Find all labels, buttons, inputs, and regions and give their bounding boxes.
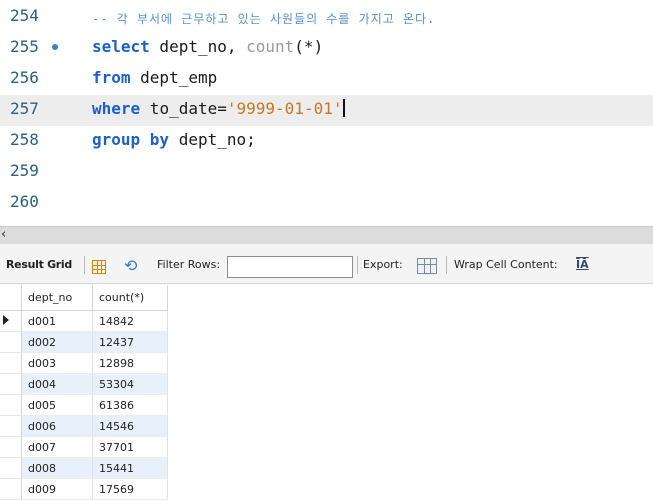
row-header[interactable] — [0, 416, 22, 437]
line-number: 257 — [10, 99, 39, 118]
refresh-icon[interactable]: ⟲ — [124, 256, 137, 275]
sql-keyword: select — [92, 37, 150, 56]
row-header[interactable] — [0, 332, 22, 353]
table-row[interactable]: d006 14546 — [0, 416, 168, 437]
cell-dept-no[interactable]: d009 — [22, 479, 93, 500]
table-row[interactable]: d001 14842 — [0, 311, 168, 332]
code-line-257[interactable]: 257 where to_date='9999-01-01' — [0, 95, 653, 126]
toolbar-divider — [357, 256, 358, 274]
line-number: 259 — [10, 161, 39, 180]
cell-count[interactable]: 17569 — [93, 479, 168, 500]
toolbar-divider — [84, 256, 85, 274]
row-header[interactable] — [0, 353, 22, 374]
horizontal-scrollbar[interactable]: ‹ — [0, 226, 653, 244]
text-caret — [343, 99, 346, 117]
sql-function: count — [246, 37, 295, 56]
sql-code: select dept_no, count(*) — [92, 37, 323, 56]
cell-count[interactable]: 14842 — [93, 311, 168, 332]
statement-marker-icon — [52, 44, 58, 50]
row-header[interactable] — [0, 395, 22, 416]
current-row-pointer-icon — [3, 315, 9, 325]
line-number: 254 — [10, 6, 39, 25]
row-header[interactable] — [0, 479, 22, 500]
table-row[interactable]: d005 61386 — [0, 395, 168, 416]
row-header[interactable] — [0, 458, 22, 479]
table-row[interactable]: d009 17569 — [0, 479, 168, 500]
line-number: 255 — [10, 37, 39, 56]
toolbar-divider — [446, 256, 447, 274]
cell-count[interactable]: 37701 — [93, 437, 168, 458]
cell-dept-no[interactable]: d007 — [22, 437, 93, 458]
table-row[interactable]: d004 53304 — [0, 374, 168, 395]
code-line-255[interactable]: 255 select dept_no, count(*) — [0, 33, 653, 64]
row-header[interactable] — [0, 311, 22, 332]
cell-count[interactable]: 15441 — [93, 458, 168, 479]
column-header-count[interactable]: count(*) — [93, 285, 168, 311]
sql-comment: -- 각 부서에 근무하고 있는 사원들의 수를 가지고 온다. — [92, 12, 436, 26]
result-grid: dept_no count(*) d001 14842 d002 12437 d003 1… — [0, 285, 653, 501]
filter-rows-input[interactable] — [227, 256, 353, 278]
sql-string: '9999-01-01' — [226, 99, 343, 118]
filter-rows-label: Filter Rows: — [157, 258, 221, 271]
row-header-corner — [0, 285, 22, 311]
sql-code: group by dept_no; — [92, 130, 256, 149]
sql-text: dept_no, — [149, 37, 247, 56]
sql-keyword: from — [92, 68, 131, 87]
cell-count[interactable]: 12437 — [93, 332, 168, 353]
wrap-cell-content-label: Wrap Cell Content: — [454, 258, 558, 271]
sql-code: from dept_emp — [92, 68, 217, 87]
sql-keyword: group by — [92, 130, 170, 149]
cell-count[interactable]: 61386 — [93, 395, 168, 416]
table-row[interactable]: d007 37701 — [0, 437, 168, 458]
sql-text: dept_emp — [130, 68, 218, 87]
row-header[interactable] — [0, 374, 22, 395]
cell-dept-no[interactable]: d008 — [22, 458, 93, 479]
sql-text: to_date= — [140, 99, 227, 118]
code-line-254[interactable]: 254 -- 각 부서에 근무하고 있는 사원들의 수를 가지고 온다. — [0, 2, 653, 33]
cell-dept-no[interactable]: d006 — [22, 416, 93, 437]
column-header-dept-no[interactable]: dept_no — [22, 285, 93, 311]
grid-view-icon[interactable] — [92, 260, 106, 274]
sql-keyword: where — [92, 99, 141, 118]
table-row[interactable]: d002 12437 — [0, 332, 168, 353]
sql-code: where to_date='9999-01-01' — [92, 99, 346, 118]
table-row[interactable]: d008 15441 — [0, 458, 168, 479]
sql-text: dept_no; — [169, 130, 256, 149]
cell-dept-no[interactable]: d004 — [22, 374, 93, 395]
result-grid-tab[interactable]: Result Grid — [6, 258, 72, 271]
export-icon[interactable] — [417, 258, 437, 274]
cell-dept-no[interactable]: d001 — [22, 311, 93, 332]
sql-text: (*) — [294, 37, 324, 56]
result-toolbar: Result Grid ⟲ Filter Rows: Export: Wrap … — [0, 244, 653, 284]
line-number: 260 — [10, 192, 39, 211]
cell-count[interactable]: 14546 — [93, 416, 168, 437]
cell-dept-no[interactable]: d005 — [22, 395, 93, 416]
line-number: 256 — [10, 68, 39, 87]
sql-editor[interactable]: 254 -- 각 부서에 근무하고 있는 사원들의 수를 가지고 온다. 255… — [0, 0, 653, 226]
code-line-256[interactable]: 256 from dept_emp — [0, 64, 653, 95]
cell-dept-no[interactable]: d003 — [22, 353, 93, 374]
code-line-258[interactable]: 258 group by dept_no; — [0, 126, 653, 157]
scroll-left-icon[interactable]: ‹ — [1, 227, 6, 242]
cell-count[interactable]: 53304 — [93, 374, 168, 395]
cell-dept-no[interactable]: d002 — [22, 332, 93, 353]
row-header[interactable] — [0, 437, 22, 458]
wrap-cell-icon[interactable]: ĪĀ — [576, 258, 589, 271]
code-line-260[interactable]: 260 — [0, 188, 653, 219]
export-label: Export: — [363, 258, 403, 271]
line-number: 258 — [10, 130, 39, 149]
cell-count[interactable]: 12898 — [93, 353, 168, 374]
table-row[interactable]: d003 12898 — [0, 353, 168, 374]
code-line-259[interactable]: 259 — [0, 157, 653, 188]
